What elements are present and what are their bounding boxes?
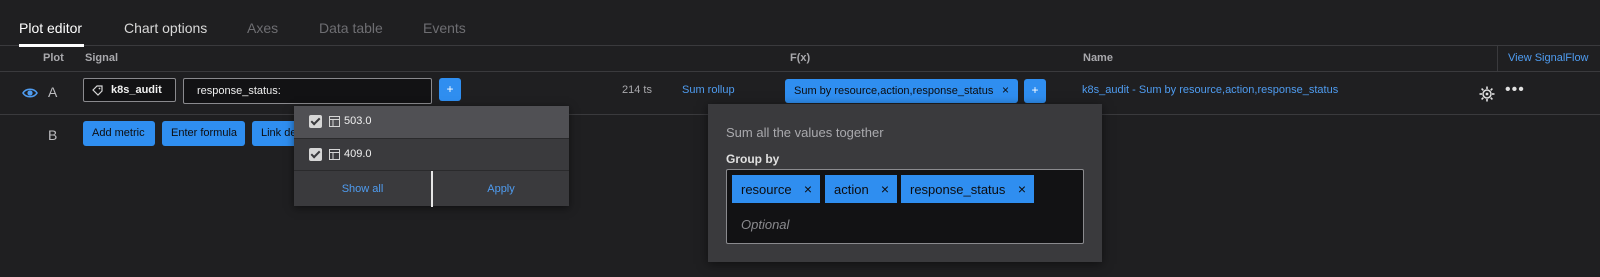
checkbox-checked-icon[interactable] — [309, 148, 322, 161]
metric-name: k8s_audit — [111, 84, 162, 96]
fx-chip-label: Sum by resource,action,response_status — [794, 85, 994, 97]
close-icon[interactable]: × — [1018, 181, 1026, 197]
close-icon[interactable]: × — [1002, 83, 1009, 97]
dropdown-option-label: 409.0 — [344, 148, 372, 160]
function-description: Sum all the values together — [726, 125, 884, 140]
add-metric-button[interactable]: Add metric — [83, 121, 155, 146]
group-by-placeholder: Optional — [741, 217, 790, 232]
metric-selector[interactable]: k8s_audit — [83, 78, 176, 102]
dropdown-option[interactable]: 409.0 — [294, 138, 569, 170]
add-filter-button[interactable]: + — [439, 78, 461, 101]
group-by-label: Group by — [726, 152, 780, 166]
add-function-button[interactable]: + — [1024, 79, 1046, 103]
group-by-chip-label: action — [834, 182, 869, 197]
plot-letter-b: B — [48, 127, 58, 143]
tab-axes[interactable]: Axes — [247, 20, 278, 36]
eye-icon[interactable] — [22, 85, 38, 101]
tab-plot-editor[interactable]: Plot editor — [19, 20, 85, 47]
enter-formula-button[interactable]: Enter formula — [162, 121, 245, 146]
column-name: Name — [1083, 52, 1113, 64]
dropdown-option[interactable]: 503.0 — [294, 106, 569, 138]
close-icon[interactable]: × — [881, 181, 889, 197]
show-all-button[interactable]: Show all — [294, 171, 431, 207]
plot-letter-a: A — [48, 84, 58, 100]
more-icon[interactable]: ••• — [1505, 81, 1525, 99]
table-icon — [329, 149, 340, 160]
column-plot: Plot — [43, 52, 64, 64]
apply-button[interactable]: Apply — [433, 171, 569, 207]
group-by-chip[interactable]: action × — [825, 175, 897, 203]
column-fx: F(x) — [790, 52, 811, 64]
checkbox-checked-icon[interactable] — [309, 115, 322, 128]
dropdown-footer: Show all Apply — [294, 170, 569, 207]
column-signal: Signal — [85, 52, 119, 64]
group-by-chip-label: resource — [741, 182, 792, 197]
tab-events[interactable]: Events — [423, 20, 466, 36]
plot-name-link[interactable]: k8s_audit - Sum by resource,action,respo… — [1082, 84, 1338, 96]
dropdown-option-label: 503.0 — [344, 115, 372, 127]
tag-icon — [92, 85, 103, 96]
timeseries-count: 214 ts — [622, 84, 652, 96]
tab-data-table[interactable]: Data table — [319, 20, 383, 36]
group-by-input[interactable]: resource × action × response_status × Op… — [726, 169, 1084, 244]
filter-input[interactable] — [183, 78, 432, 104]
gear-icon[interactable] — [1479, 86, 1495, 102]
fx-function-chip[interactable]: Sum by resource,action,response_status × — [785, 79, 1018, 103]
link-detector-button[interactable]: Link de — [252, 121, 300, 146]
group-by-chip[interactable]: response_status × — [901, 175, 1034, 203]
function-popover: Sum all the values together Group by res… — [708, 104, 1102, 262]
view-signalflow-link[interactable]: View SignalFlow — [1497, 46, 1600, 72]
group-by-chip-label: response_status — [910, 182, 1006, 197]
rollup-link[interactable]: Sum rollup — [682, 84, 735, 96]
table-icon — [329, 116, 340, 127]
group-by-chip[interactable]: resource × — [732, 175, 820, 203]
close-icon[interactable]: × — [804, 181, 812, 197]
filter-value-dropdown: 503.0 409.0 Show all Apply — [294, 106, 569, 207]
tab-chart-options[interactable]: Chart options — [124, 20, 207, 36]
tab-bar: Plot editor Chart options Axes Data tabl… — [0, 0, 1600, 47]
column-header: Plot Signal F(x) Name View SignalFlow — [0, 46, 1600, 72]
